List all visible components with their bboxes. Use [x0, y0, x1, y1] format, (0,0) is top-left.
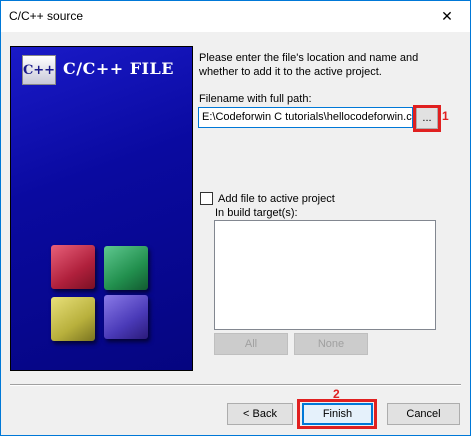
select-all-button[interactable]: All: [214, 333, 288, 355]
yellow-cube-graphic: [51, 297, 95, 341]
filename-input[interactable]: E:\Codeforwin C tutorials\hellocodeforwi…: [198, 107, 413, 128]
dialog-window: C/C++ source ✕ C++ C/C++ FILE Please ent…: [0, 0, 471, 436]
filename-label: Filename with full path:: [199, 93, 312, 105]
purple-cube-graphic: [104, 295, 148, 339]
wizard-banner: C++ C/C++ FILE: [10, 46, 193, 371]
build-targets-list[interactable]: [214, 220, 436, 330]
finish-button-label: Finish: [322, 408, 353, 420]
select-none-button[interactable]: None: [294, 333, 368, 355]
red-cube-graphic: [51, 245, 95, 289]
green-cube-graphic: [104, 246, 148, 290]
add-to-project-label: Add file to active project: [218, 192, 335, 205]
step-2-annotation: 2: [333, 387, 340, 401]
cancel-button[interactable]: Cancel: [387, 403, 460, 425]
back-button-label: < Back: [243, 408, 277, 420]
banner-title: C/C++ FILE: [63, 59, 174, 78]
cancel-button-label: Cancel: [406, 408, 441, 420]
close-icon: ✕: [441, 8, 453, 24]
browse-button[interactable]: ...: [416, 107, 438, 129]
add-to-project-checkbox[interactable]: [200, 192, 213, 205]
description-text: Please enter the file's location and nam…: [199, 52, 419, 78]
build-targets-label: In build target(s):: [215, 207, 298, 219]
finish-button[interactable]: Finish: [302, 403, 373, 425]
footer-separator: [10, 384, 461, 386]
title-bar: C/C++ source ✕: [1, 1, 470, 32]
cpp-logo-icon: C++: [22, 55, 56, 85]
back-button[interactable]: < Back: [227, 403, 293, 425]
add-to-project-row[interactable]: Add file to active project: [200, 192, 335, 205]
step-1-annotation: 1: [442, 109, 449, 123]
window-title: C/C++ source: [9, 9, 84, 23]
close-button[interactable]: ✕: [424, 1, 470, 32]
